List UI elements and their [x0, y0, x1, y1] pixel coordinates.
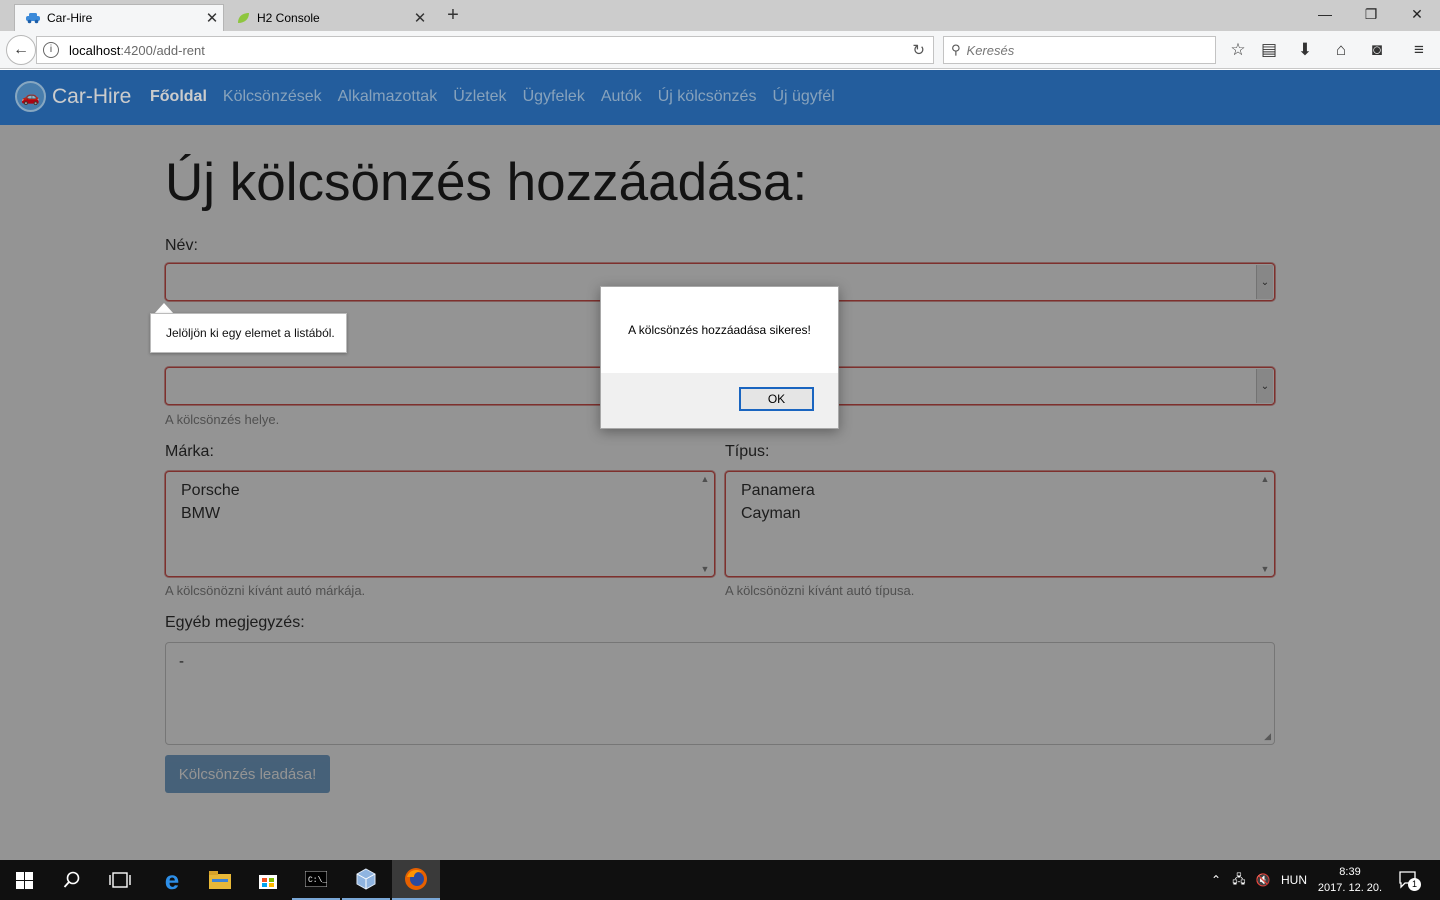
leaf-icon: [235, 10, 251, 26]
tab-h2-console[interactable]: H2 Console ✕: [225, 4, 431, 31]
notification-center-icon[interactable]: 1: [1394, 860, 1424, 900]
tab-label: Car-Hire: [47, 11, 93, 25]
car-icon: [25, 10, 41, 26]
minimize-icon[interactable]: —: [1302, 0, 1348, 31]
close-tab-icon[interactable]: ✕: [201, 9, 223, 27]
info-icon[interactable]: i: [43, 42, 59, 58]
address-bar[interactable]: i localhost:4200/add-rent ↻: [36, 36, 934, 64]
clock-time: 8:39: [1339, 866, 1361, 878]
clock[interactable]: 8:39 2017. 12. 20.: [1312, 864, 1388, 896]
close-tab-icon[interactable]: ✕: [409, 9, 431, 27]
taskbar: e C:\_ ⌃ 🖧 🔇 HUN 8:39 2017. 12. 20. 1: [0, 860, 1440, 900]
home-icon[interactable]: ⌂: [1326, 35, 1356, 65]
search-input[interactable]: [966, 42, 1197, 58]
task-view-icon[interactable]: [96, 860, 144, 900]
svg-text:C:\_: C:\_: [308, 876, 327, 885]
virtualbox-icon[interactable]: [342, 860, 390, 900]
terminal-icon[interactable]: C:\_: [292, 860, 340, 900]
modal-backdrop: [0, 125, 1440, 860]
store-icon[interactable]: [244, 860, 292, 900]
reload-icon[interactable]: ↻: [912, 41, 925, 59]
tab-car-hire[interactable]: Car-Hire ✕: [14, 4, 224, 31]
download-icon[interactable]: ⬇: [1290, 35, 1320, 65]
chevron-up-icon[interactable]: ⌃: [1206, 860, 1226, 900]
new-tab-button[interactable]: +: [441, 4, 465, 28]
ok-button[interactable]: OK: [739, 387, 814, 411]
search-icon[interactable]: [48, 860, 96, 900]
dialog-body: A kölcsönzés hozzáadása sikeres!: [601, 287, 838, 373]
url-path: :4200/add-rent: [120, 42, 205, 58]
clock-date: 2017. 12. 20.: [1317, 882, 1383, 894]
reading-list-icon[interactable]: ▤: [1254, 35, 1284, 65]
browser-tab-strip: Car-Hire ✕ H2 Console ✕ + — ❐ ✕: [0, 0, 1440, 31]
volume-muted-icon[interactable]: 🔇: [1252, 860, 1274, 900]
web-page: 🚗 Car-Hire Főoldal Kölcsönzések Alkalmaz…: [0, 70, 1440, 860]
notification-count: 1: [1408, 878, 1421, 891]
browser-toolbar: ← i localhost:4200/add-rent ↻ ⚲ ☆ ▤ ⬇ ⌂ …: [0, 31, 1440, 69]
file-explorer-icon[interactable]: [196, 860, 244, 900]
windows-start-icon[interactable]: [0, 860, 48, 900]
menu-icon[interactable]: ≡: [1404, 35, 1434, 65]
language-indicator[interactable]: HUN: [1278, 860, 1310, 900]
search-bar[interactable]: ⚲: [943, 36, 1216, 64]
dialog-message: A kölcsönzés hozzáadása sikeres!: [628, 323, 811, 337]
search-icon: ⚲: [951, 42, 961, 57]
tab-label: H2 Console: [257, 10, 320, 25]
restore-icon[interactable]: ❐: [1348, 0, 1394, 31]
firefox-icon[interactable]: [392, 860, 440, 900]
alert-dialog: A kölcsönzés hozzáadása sikeres! OK: [600, 286, 839, 429]
pocket-icon[interactable]: ◙: [1362, 35, 1392, 65]
bookmark-star-icon[interactable]: ☆: [1223, 35, 1253, 65]
network-icon[interactable]: 🖧: [1228, 860, 1250, 900]
url-host: localhost: [69, 42, 121, 58]
window-close-icon[interactable]: ✕: [1394, 0, 1440, 31]
back-button[interactable]: ←: [6, 35, 36, 65]
modal-backdrop-top: [0, 70, 1440, 125]
edge-icon[interactable]: e: [148, 860, 196, 900]
validation-tooltip: Jelöljön ki egy elemet a listából.: [150, 313, 347, 353]
